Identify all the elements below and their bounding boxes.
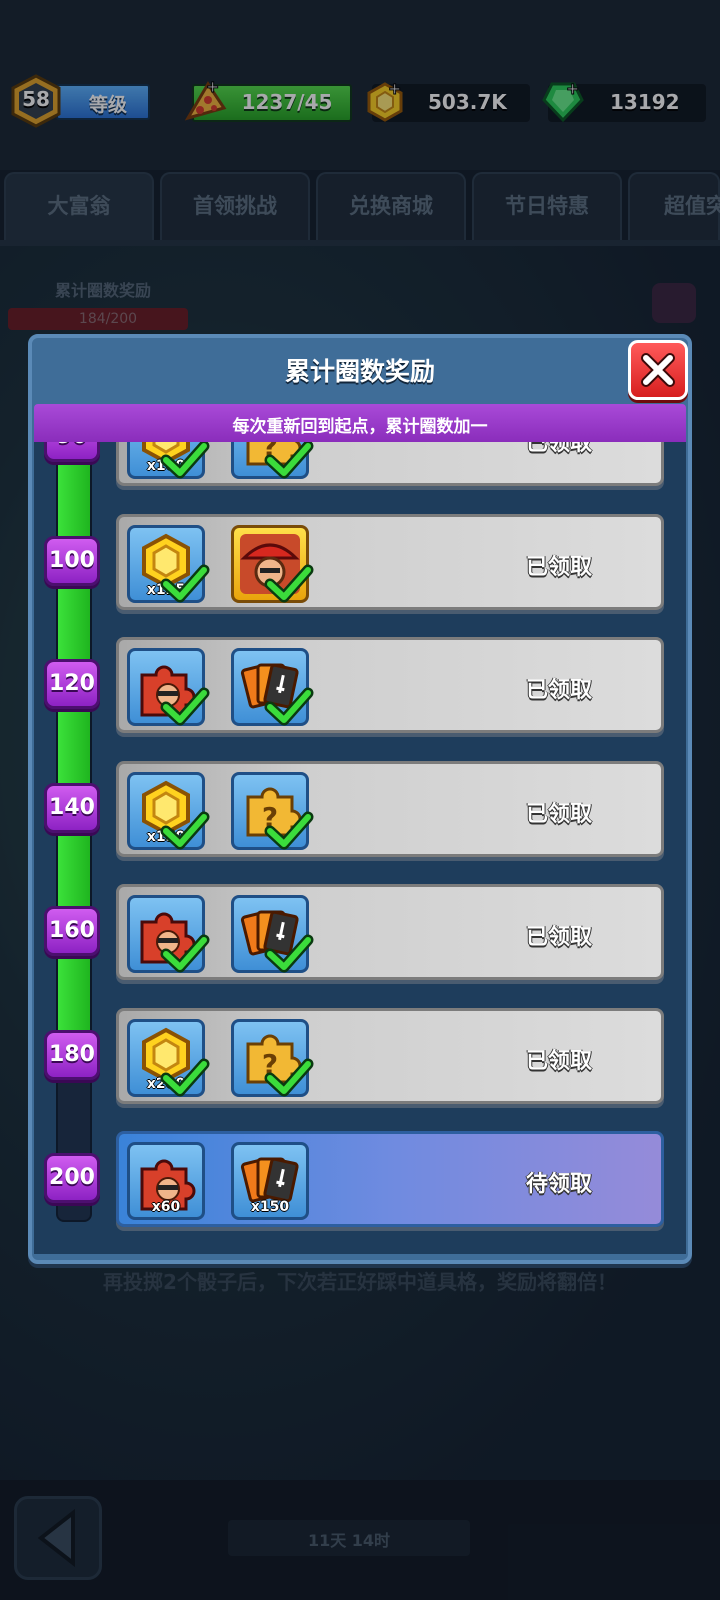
reward-slot[interactable] (127, 895, 210, 973)
milestone-label: 180 (49, 1041, 95, 1067)
milestone-180: 180 (44, 1029, 100, 1080)
reward-row-180[interactable]: x200? 已领取 (116, 1007, 664, 1104)
claim-status[interactable]: 待领取 (509, 1166, 609, 1198)
reward-slot[interactable] (231, 895, 314, 973)
reward-slot[interactable]: x200 (127, 1018, 210, 1097)
modal-subtitle: 每次重新回到起点，累计圈数加一 (232, 417, 488, 437)
milestone-90: 90 (44, 442, 100, 462)
reward-slot[interactable] (231, 524, 314, 603)
claimed-status: 已领取 (525, 801, 592, 827)
modal-title: 累计圈数奖励 (284, 357, 435, 386)
reward-slot[interactable]: ? (231, 1018, 314, 1097)
milestone-160: 160 (44, 906, 100, 956)
claimed-status: 已领取 (525, 678, 592, 703)
reward-slot[interactable] (231, 648, 314, 726)
reward-row-100[interactable]: x125 已领取 (116, 513, 664, 610)
reward-slot[interactable]: x125 (127, 524, 210, 603)
milestone-140: 140 (44, 782, 100, 833)
reward-slot[interactable] (127, 648, 210, 726)
claimed-status: 已领取 (525, 554, 592, 580)
reward-row-160[interactable]: 已领取 (116, 884, 664, 980)
reward-row-200[interactable]: x60 x150 待领取 (116, 1131, 664, 1227)
reward-slot[interactable]: x150 (127, 771, 210, 850)
milestone-200: 200 (44, 1153, 100, 1203)
reward-slot[interactable]: x150 (231, 1142, 309, 1220)
milestone-label: 140 (49, 794, 95, 820)
milestone-120: 120 (44, 659, 100, 709)
reward-slot[interactable]: ? (231, 771, 314, 850)
claimed-status: 已领取 (525, 442, 592, 456)
close-button[interactable] (628, 340, 688, 400)
reward-slot[interactable]: x60 (127, 1142, 205, 1220)
reward-slot[interactable]: x100 (127, 442, 210, 479)
reward-row-140[interactable]: x150? 已领取 (116, 760, 664, 857)
milestone-100: 100 (44, 535, 100, 586)
reward-row-90[interactable]: x100? 已领取 (116, 442, 664, 486)
milestone-label: 160 (49, 918, 95, 943)
claimed-status: 已领取 (525, 1048, 592, 1074)
milestone-label: 200 (49, 1165, 95, 1190)
close-icon (641, 353, 675, 387)
reward-quantity: x60 (151, 1199, 181, 1215)
milestone-label: 120 (49, 671, 95, 696)
reward-quantity: x150 (250, 1199, 290, 1215)
reward-list[interactable]: 90 x100? 已领取 100 x125 已领取 120 已领取 140 x150? 已领取 160… (34, 442, 686, 1252)
milestone-label: 100 (49, 547, 95, 573)
reward-row-120[interactable]: 已领取 (116, 637, 664, 733)
milestone-label: 90 (47, 442, 97, 459)
reward-slot[interactable]: ? (231, 442, 314, 479)
claimed-status: 已领取 (525, 925, 592, 950)
